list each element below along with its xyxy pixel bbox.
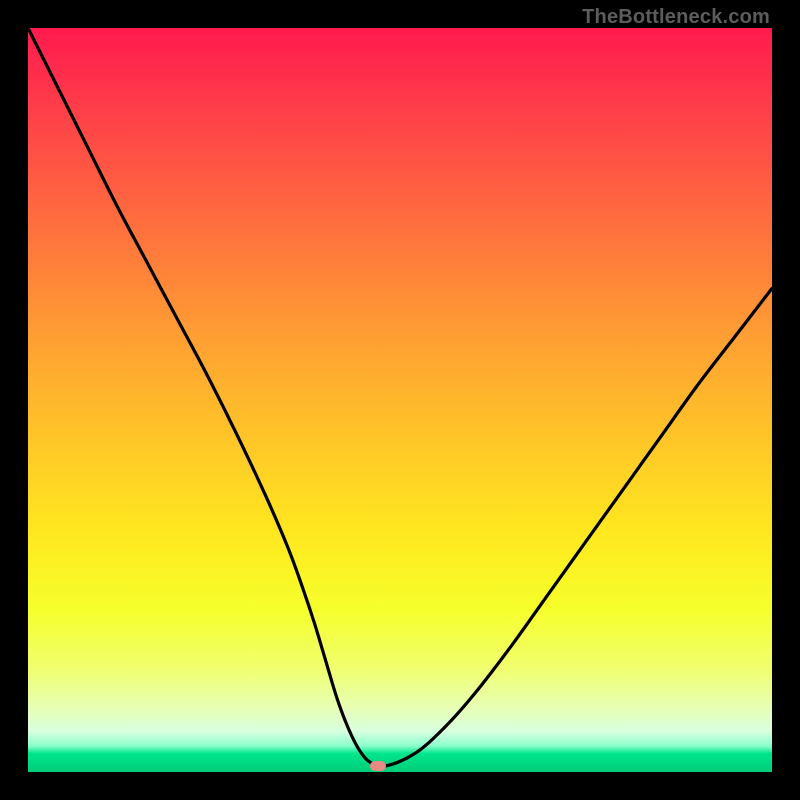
chart-stage: TheBottleneck.com bbox=[0, 0, 800, 800]
bottleneck-curve bbox=[28, 28, 772, 772]
optimal-point-marker bbox=[370, 761, 386, 771]
watermark-text: TheBottleneck.com bbox=[582, 6, 770, 29]
plot-area bbox=[28, 28, 772, 772]
